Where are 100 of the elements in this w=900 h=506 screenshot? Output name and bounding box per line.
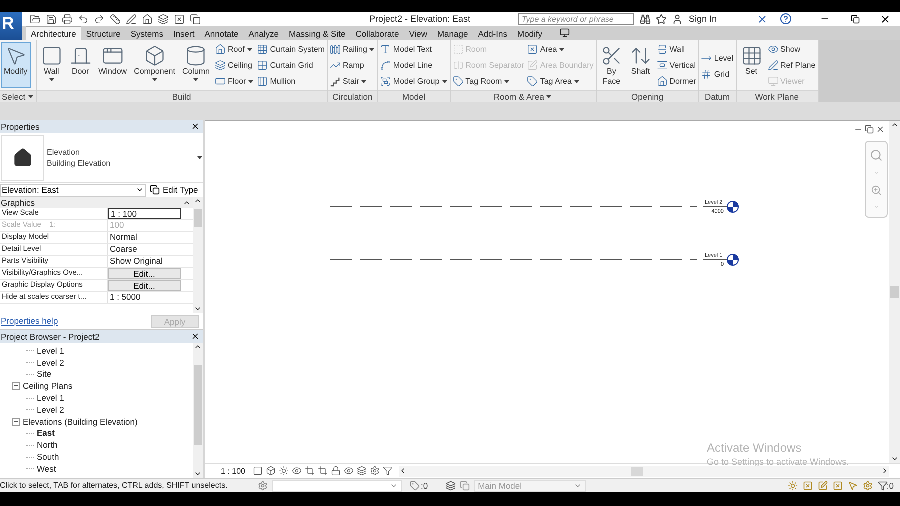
panel-label[interactable]: Model — [378, 90, 450, 102]
filter-icon[interactable] — [383, 466, 394, 476]
panel-label[interactable]: Select — [0, 90, 36, 102]
panel-label[interactable]: Datum — [699, 90, 736, 102]
ribbon-tool-button[interactable]: Stair — [328, 74, 376, 89]
scale-button[interactable]: 1 : 100 — [205, 466, 254, 476]
ribbon-tool-button[interactable]: Model Group — [379, 74, 449, 89]
scroll-thumb[interactable] — [194, 209, 202, 227]
close-views-icon[interactable] — [174, 14, 185, 24]
ribbon-tab[interactable]: Modify — [512, 26, 548, 40]
redo-icon[interactable] — [94, 14, 105, 24]
ribbon-tab[interactable]: Massing & Site — [284, 26, 351, 40]
undo-icon[interactable] — [78, 14, 89, 24]
scroll-down-icon[interactable] — [890, 455, 898, 463]
ribbon-tool-button[interactable]: Door — [66, 42, 95, 88]
edit-button[interactable]: Edit... — [108, 268, 181, 279]
ribbon-tool-button[interactable]: Tag Area — [526, 74, 595, 89]
tree-item[interactable]: North — [37, 440, 58, 450]
panel-label[interactable]: Build — [36, 90, 327, 102]
pen-icon[interactable] — [126, 14, 137, 24]
ribbon-tool-button[interactable]: Roof — [214, 42, 256, 57]
ribbon-tool-button[interactable]: Wall — [656, 42, 698, 57]
tree-item[interactable]: West — [37, 464, 56, 474]
ribbon-tool-button[interactable]: Column — [179, 42, 214, 88]
ruler-icon[interactable] — [110, 14, 121, 24]
tree-item[interactable]: Level 2 — [37, 358, 64, 368]
ribbon-tab[interactable]: Analyze — [244, 26, 284, 40]
ribbon-tool-button[interactable]: Ceiling — [214, 58, 256, 73]
panel-label[interactable]: Circulation — [328, 90, 378, 102]
restore-icon[interactable] — [865, 125, 874, 134]
ribbon-tool-button[interactable]: Component — [131, 42, 178, 88]
ribbon-tool-button[interactable]: Floor — [214, 74, 256, 89]
close-button[interactable] — [191, 122, 201, 132]
settings-icon[interactable] — [370, 466, 380, 476]
ribbon-tool-button[interactable]: Level — [700, 50, 735, 66]
scroll-up-icon[interactable] — [194, 197, 202, 205]
detail-level-icon[interactable] — [253, 466, 264, 476]
ribbon-tool-button[interactable]: Modify — [1, 42, 31, 88]
ribbon-tab[interactable]: View — [404, 26, 432, 40]
scrollbar[interactable] — [193, 197, 203, 313]
ribbon-tool-button[interactable]: Area — [526, 42, 595, 57]
panel-label[interactable]: Work Plane — [736, 90, 818, 102]
tree-item[interactable]: Level 1 — [37, 346, 64, 356]
scroll-down-icon[interactable] — [194, 470, 202, 478]
scroll-thumb[interactable] — [890, 286, 899, 298]
ribbon-tool-button[interactable]: Ramp — [328, 58, 376, 73]
scrollbar[interactable] — [399, 466, 889, 476]
crop-icon[interactable] — [305, 466, 316, 476]
type-selector[interactable]: Elevation Building Elevation — [0, 133, 203, 183]
panel-label[interactable]: Opening — [596, 90, 698, 102]
panel-label[interactable]: Room & Area — [450, 90, 596, 102]
scroll-up-icon[interactable] — [194, 343, 202, 351]
scroll-right-icon[interactable] — [881, 467, 889, 475]
search-field[interactable]: Type a keyword or phrase — [518, 13, 634, 25]
ribbon-tab[interactable]: Annotate — [200, 26, 244, 40]
scroll-thumb[interactable] — [631, 466, 644, 476]
ribbon-tab[interactable]: Add-Ins — [473, 26, 512, 40]
ribbon-tool-button[interactable]: Ref Plane — [766, 58, 817, 73]
edit-type-button[interactable]: Edit Type — [150, 185, 198, 195]
ribbon-tab[interactable]: Insert — [168, 26, 200, 40]
collapse-icon[interactable] — [12, 382, 20, 390]
tree-item[interactable]: Level 2 — [37, 404, 64, 415]
scrollbar[interactable] — [193, 343, 203, 478]
scroll-down-icon[interactable] — [194, 305, 202, 313]
ribbon-tool-button[interactable]: By Face — [598, 42, 626, 88]
layers-icon[interactable] — [357, 466, 368, 476]
ribbon-tool-button[interactable]: Grid — [700, 66, 735, 82]
ribbon-tab[interactable]: Structure — [81, 26, 126, 40]
ribbon-tab[interactable]: Manage — [432, 26, 474, 40]
hide-icon[interactable] — [344, 466, 354, 476]
scrollbar[interactable] — [889, 121, 900, 463]
ribbon-tab[interactable]: Architecture — [26, 26, 82, 40]
ribbon-tool-button[interactable]: Curtain Grid — [256, 58, 326, 73]
ribbon-tool-button[interactable]: Show — [766, 42, 817, 57]
property-value-field[interactable]: 1 : 100 — [108, 208, 181, 219]
ribbon-tab[interactable]: Systems — [126, 26, 168, 40]
close-icon[interactable] — [876, 125, 885, 134]
lock-icon[interactable] — [331, 466, 342, 476]
layers-icon[interactable] — [158, 14, 169, 24]
crop-region-icon[interactable] — [318, 466, 328, 476]
ribbon-tool-button[interactable]: Curtain System — [256, 42, 326, 57]
tree-item[interactable]: South — [37, 452, 60, 462]
ribbon-tool-button[interactable]: Set — [738, 42, 766, 88]
house-icon[interactable] — [142, 14, 153, 24]
filter-icon[interactable] — [878, 480, 888, 490]
ribbon-tool-button[interactable]: Dormer — [656, 74, 698, 89]
scroll-up-icon[interactable] — [890, 121, 898, 129]
tree-item[interactable]: Ceiling Plans — [23, 381, 73, 392]
tree-item[interactable]: Site — [37, 369, 52, 380]
instance-dropdown[interactable]: Elevation: East — [0, 184, 146, 196]
ribbon-tool-button[interactable]: Wall — [38, 42, 66, 88]
ribbon-tool-button[interactable]: Shaft — [626, 42, 655, 88]
help-icon[interactable] — [780, 13, 792, 25]
star-icon[interactable] — [656, 14, 667, 24]
ribbon-tool-button[interactable]: Vertical — [656, 58, 698, 73]
collapse-icon[interactable] — [12, 418, 20, 426]
user-icon[interactable] — [672, 14, 683, 24]
ribbon-tool-button[interactable]: Mullion — [256, 74, 326, 89]
ribbon-tool-button[interactable]: Railing — [328, 42, 376, 57]
visual-style-icon[interactable] — [266, 466, 276, 476]
